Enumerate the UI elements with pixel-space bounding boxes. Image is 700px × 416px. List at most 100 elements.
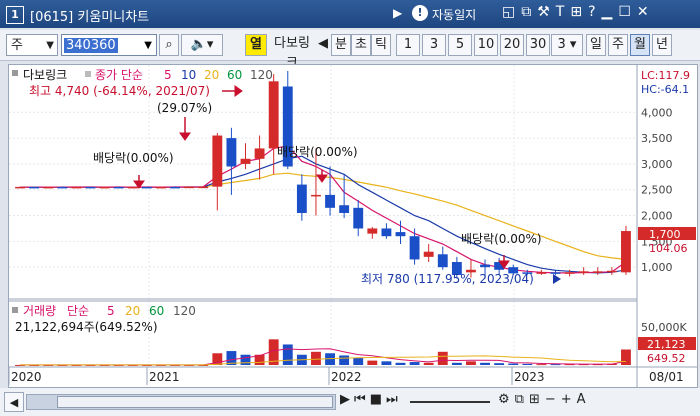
n-value: 3 [557,37,566,52]
chart-area[interactable]: 다보링크 종가 단순 5 10 20 60 120 최고 4,740 (-64.… [8,64,698,388]
stock-code-input[interactable]: 340360 ▼ [61,34,157,56]
text-icon[interactable]: T [556,4,571,20]
interval-button[interactable]: 3 [422,34,446,56]
interval-button[interactable]: 30 [526,34,550,56]
legend-ma-label: 종가 단순 [95,68,143,82]
layout-icon[interactable]: ◱ [502,4,521,20]
grid-icon[interactable]: ⊞ [529,392,545,407]
stock-code-value: 340360 [64,38,118,53]
speaker-icon: 🔈▾ [190,37,214,52]
candle-body [113,186,124,189]
stock-name: 다보링크 [274,36,310,71]
candle-body [254,148,265,159]
candle-body [15,186,25,189]
volume-bar [536,364,547,366]
period-button[interactable]: 틱 [371,34,391,56]
timeframe-button[interactable]: 년 [652,34,672,56]
interval-button[interactable]: 10 [474,34,498,56]
minimize-icon[interactable]: ▁ [602,4,619,20]
interval-button[interactable]: 1 [396,34,420,56]
copy-window-icon[interactable]: ⧉ [521,4,537,20]
zoom-slider[interactable] [410,401,490,403]
window-controls[interactable]: ◱⧉⚒T⊞?▁☐✕ [502,4,655,20]
y-tick-label: 3,500 [641,132,673,145]
volume-bar [437,351,448,365]
candle-body [170,186,180,189]
candle-body [311,194,321,197]
volume-ma60: 60 [149,304,164,318]
candle-body [268,81,279,149]
zoom-in-icon[interactable]: + [561,392,577,407]
n-select[interactable]: 3 ▾ [551,34,583,56]
legend-ma10: 10 [181,68,196,82]
candle-body [621,231,631,273]
status-icons[interactable]: ⚙⧉⊞−+A [498,392,591,407]
speaker-button[interactable]: 🔈▾ [181,34,223,56]
code-dropdown-icon[interactable]: ▼ [142,38,154,53]
grid-icon[interactable]: ⊞ [570,4,588,20]
dropdown-arrow-icon: ▼ [46,40,54,51]
play-arrow-icon[interactable]: ▶ [393,6,402,20]
volume-bar [423,362,434,365]
volume-bar [480,362,490,365]
hc-label: HC:-64.1 [641,83,689,96]
current-price: 1,700 [649,228,681,241]
col-button[interactable]: 열 [245,34,267,56]
scroll-left-button[interactable]: ◀ [4,392,24,412]
legend-ma20: 20 [204,68,219,82]
title-bar: 1 [0615] 키움미니차트 ▶ ! 자동일지 ◱⧉⚒T⊞?▁☐✕ [0,0,700,28]
candle-body [43,186,54,189]
stop-icon[interactable]: ■ [370,392,386,407]
candle-body [395,232,406,237]
tools-icon[interactable]: ⚒ [537,4,556,20]
maximize-icon[interactable]: ☐ [618,4,637,20]
fast-forward-icon[interactable]: ⏭ [386,392,402,407]
interval-button[interactable]: 20 [500,34,524,56]
settings-icon[interactable]: ⚙ [498,392,515,407]
playback-controls[interactable]: ▶⏮■⏭ [340,392,402,407]
search-icon: ⌕ [165,37,173,52]
volume-bar [409,362,420,365]
candle-body [480,264,490,268]
current-volume-pct: 649.52 [647,352,686,365]
info-icon[interactable]: ! [412,5,428,21]
legend-marker-icon [12,70,18,76]
candle-body [423,251,434,257]
rewind-icon[interactable]: ⏮ [354,392,370,407]
timeframe-button[interactable]: 일 [586,34,606,56]
candle-body [127,186,138,189]
play-icon[interactable]: ▶ [340,392,354,407]
candle-body [381,228,392,237]
search-button[interactable]: ⌕ [159,34,179,56]
help-icon[interactable]: ? [588,4,601,20]
copy-icon[interactable]: ⧉ [515,392,529,407]
volume-marker-icon [12,307,18,313]
candle-body [71,186,82,189]
timeframe-button[interactable]: 주 [608,34,628,56]
market-select[interactable]: 주 ▼ [6,34,58,56]
volume-bar [494,363,505,365]
timeframe-button[interactable]: 월 [630,34,650,56]
x-axis-label: 2020 [11,370,42,384]
scrollbar-thumb[interactable] [57,396,333,408]
period-button[interactable]: 초 [351,34,371,56]
chart-svg: 다보링크 종가 단순 5 10 20 60 120 최고 4,740 (-64.… [8,65,697,387]
y-tick-label: 3,000 [641,158,673,171]
volume-bar [381,361,392,365]
zoom-out-icon[interactable]: − [545,392,561,407]
period-button[interactable]: 분 [331,34,351,56]
volume-label: 거래량 [23,304,56,318]
scrollbar-track[interactable] [26,394,336,410]
auto-icon[interactable]: A [577,392,591,407]
candle-body [437,254,448,268]
interval-button[interactable]: 5 [448,34,472,56]
candle-body [550,272,561,274]
prev-icon[interactable]: ◀ [317,34,329,56]
candle-body [184,186,195,189]
close-icon[interactable]: ✕ [637,4,655,20]
candle-body [156,186,166,189]
low-note: 최저 780 (117.95%, 2023/04) [361,272,534,286]
volume-ma-label: 단순 [67,304,89,318]
auto-journal-label[interactable]: 자동일지 [432,6,476,23]
candle-body [141,186,152,189]
